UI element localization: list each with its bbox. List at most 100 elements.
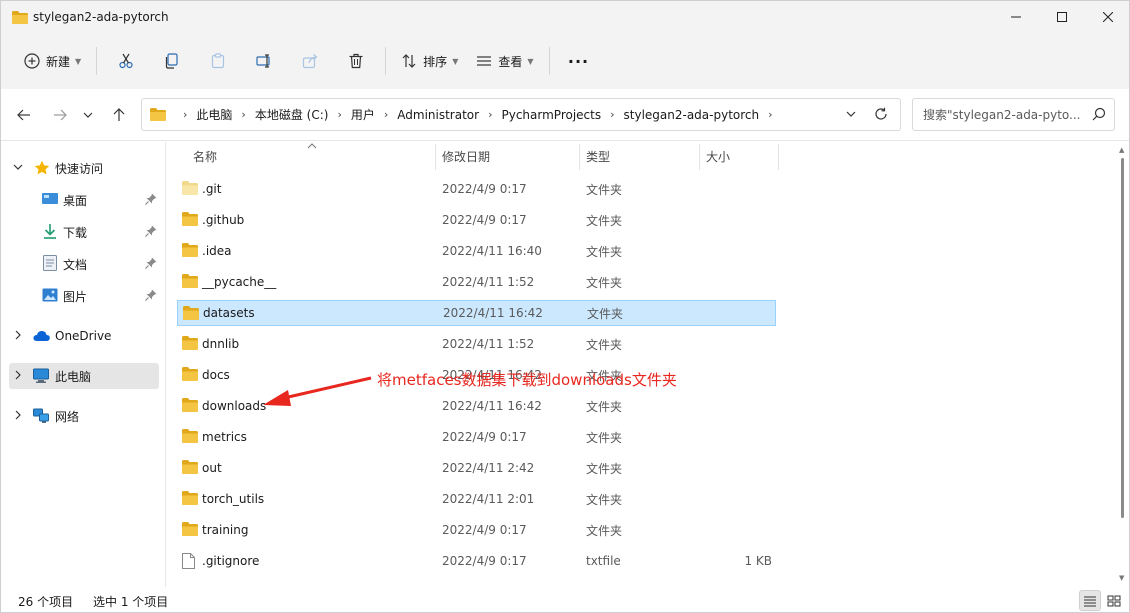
sidebar-item-this-pc[interactable]: 此电脑 xyxy=(9,363,159,389)
address-history-button[interactable] xyxy=(846,107,856,121)
breadcrumb-item-this-pc[interactable]: 此电脑 xyxy=(196,106,232,123)
sidebar-item-onedrive[interactable]: OneDrive xyxy=(9,323,159,349)
column-divider[interactable] xyxy=(579,144,580,170)
column-divider[interactable] xyxy=(435,144,436,170)
command-bar: 新建 ▼ 排序 ▼ 查看 ▼ ··· xyxy=(1,33,1129,89)
more-options-button[interactable]: ··· xyxy=(556,45,602,77)
selection-count: 选中 1 个项目 xyxy=(93,595,169,609)
new-button[interactable]: 新建 ▼ xyxy=(15,45,90,77)
sort-button[interactable]: 排序 ▼ xyxy=(392,45,467,77)
trash-icon xyxy=(349,53,363,69)
forward-button[interactable] xyxy=(47,102,73,128)
view-button[interactable]: 查看 ▼ xyxy=(467,45,542,77)
scroll-down-icon[interactable]: ▼ xyxy=(1119,574,1124,582)
details-view-icon xyxy=(1084,596,1096,606)
table-row[interactable]: datasets 2022/4/11 16:42 文件夹 xyxy=(177,300,776,326)
paste-button[interactable] xyxy=(195,45,241,77)
close-button[interactable] xyxy=(1085,1,1129,33)
annotation-text: 将metfaces数据集下载到downloads文件夹 xyxy=(377,371,677,389)
scroll-up-icon[interactable]: ▲ xyxy=(1119,146,1124,154)
table-row[interactable]: out 2022/4/11 2:42 文件夹 xyxy=(177,455,776,481)
chevron-down-icon[interactable] xyxy=(12,163,24,174)
vertical-scrollbar[interactable]: ▲ ▼ xyxy=(1114,142,1129,587)
back-button[interactable] xyxy=(11,102,37,128)
copy-button[interactable] xyxy=(149,45,195,77)
table-row[interactable]: .gitignore 2022/4/9 0:17 txtfile 1 KB xyxy=(177,548,776,574)
file-date: 2022/4/9 0:17 xyxy=(442,182,527,196)
cut-button[interactable] xyxy=(103,45,149,77)
column-header-size[interactable]: 大小 xyxy=(706,142,776,170)
column-header-type[interactable]: 类型 xyxy=(586,142,696,170)
network-icon xyxy=(33,408,49,424)
share-button[interactable] xyxy=(287,45,333,77)
table-row[interactable]: dnnlib 2022/4/11 1:52 文件夹 xyxy=(177,331,776,357)
column-header-date[interactable]: 修改日期 xyxy=(442,142,577,170)
tiles-view-button[interactable] xyxy=(1103,590,1125,611)
folder-icon xyxy=(182,181,198,198)
file-type: 文件夹 xyxy=(586,461,623,476)
folder-icon xyxy=(182,522,198,539)
rename-button[interactable] xyxy=(241,45,287,77)
sidebar-item-documents[interactable]: 文档 xyxy=(9,251,159,277)
file-name: .gitignore xyxy=(202,554,260,568)
chevron-right-icon: › xyxy=(383,108,389,121)
column-header-label: 修改日期 xyxy=(442,149,491,164)
sidebar-item-quick-access[interactable]: 快速访问 xyxy=(9,155,159,181)
sidebar-item-desktop[interactable]: 桌面 xyxy=(9,187,159,213)
chevron-right-icon[interactable] xyxy=(12,330,24,343)
file-name: metrics xyxy=(202,430,247,444)
breadcrumb-item-local-disk[interactable]: 本地磁盘 (C:) xyxy=(255,106,329,123)
search-input[interactable]: 搜索"stylegan2-ada-pyto... xyxy=(912,98,1115,131)
maximize-button[interactable] xyxy=(1039,1,1085,33)
file-type: 文件夹 xyxy=(586,213,623,228)
column-header-name[interactable]: 名称 xyxy=(193,142,433,170)
column-divider[interactable] xyxy=(699,144,700,170)
sidebar-item-network[interactable]: 网络 xyxy=(9,403,159,429)
minimize-button[interactable] xyxy=(993,1,1039,33)
file-name: downloads xyxy=(202,399,267,413)
table-row[interactable]: __pycache__ 2022/4/11 1:52 文件夹 xyxy=(177,269,776,295)
sidebar-item-label: 下载 xyxy=(63,225,88,240)
table-row[interactable]: .idea 2022/4/11 16:40 文件夹 xyxy=(177,238,776,264)
refresh-button[interactable] xyxy=(874,107,888,124)
table-row[interactable]: .github 2022/4/9 0:17 文件夹 xyxy=(177,207,776,233)
column-divider[interactable] xyxy=(778,144,779,170)
breadcrumb-item-stylegan2[interactable]: stylegan2-ada-pytorch xyxy=(624,108,760,122)
paste-icon xyxy=(212,53,225,69)
folder-icon xyxy=(183,306,199,323)
chevron-right-icon[interactable] xyxy=(12,410,24,423)
sidebar-item-label: 文档 xyxy=(63,257,88,272)
file-date: 2022/4/9 0:17 xyxy=(442,430,527,444)
delete-button[interactable] xyxy=(333,45,379,77)
pin-icon xyxy=(145,193,157,208)
folder-icon xyxy=(182,460,198,477)
table-row[interactable]: metrics 2022/4/9 0:17 文件夹 xyxy=(177,424,776,450)
sort-label: 排序 xyxy=(423,54,448,69)
folder-icon xyxy=(182,491,198,508)
toolbar-divider xyxy=(96,47,98,75)
address-bar[interactable]: › 此电脑 › 本地磁盘 (C:) › 用户 › Administrator ›… xyxy=(141,98,901,131)
breadcrumb-item-pycharmprojects[interactable]: PycharmProjects xyxy=(501,108,601,122)
table-row[interactable]: training 2022/4/9 0:17 文件夹 xyxy=(177,517,776,543)
breadcrumb: › 此电脑 › 本地磁盘 (C:) › 用户 › Administrator ›… xyxy=(174,106,782,123)
file-name: .git xyxy=(202,182,222,196)
arrow-left-icon xyxy=(17,109,30,121)
chevron-down-icon: ▼ xyxy=(452,56,459,66)
file-date: 2022/4/11 1:52 xyxy=(442,275,535,289)
breadcrumb-item-administrator[interactable]: Administrator xyxy=(397,108,479,122)
recent-locations-button[interactable] xyxy=(78,102,98,128)
chevron-right-icon[interactable] xyxy=(12,370,24,383)
breadcrumb-item-users[interactable]: 用户 xyxy=(351,106,375,123)
sidebar-item-downloads[interactable]: 下载 xyxy=(9,219,159,245)
chevron-down-icon xyxy=(846,111,856,117)
table-row[interactable]: downloads 2022/4/11 16:42 文件夹 xyxy=(177,393,776,419)
scrollbar-thumb[interactable] xyxy=(1121,158,1124,518)
details-view-button[interactable] xyxy=(1079,590,1101,611)
sidebar-item-pictures[interactable]: 图片 xyxy=(9,283,159,309)
file-name: __pycache__ xyxy=(202,275,277,289)
file-date: 2022/4/11 16:42 xyxy=(442,399,542,413)
window-title: stylegan2-ada-pytorch xyxy=(33,10,169,24)
up-button[interactable] xyxy=(106,102,132,128)
table-row[interactable]: .git 2022/4/9 0:17 文件夹 xyxy=(177,176,776,202)
table-row[interactable]: torch_utils 2022/4/11 2:01 文件夹 xyxy=(177,486,776,512)
